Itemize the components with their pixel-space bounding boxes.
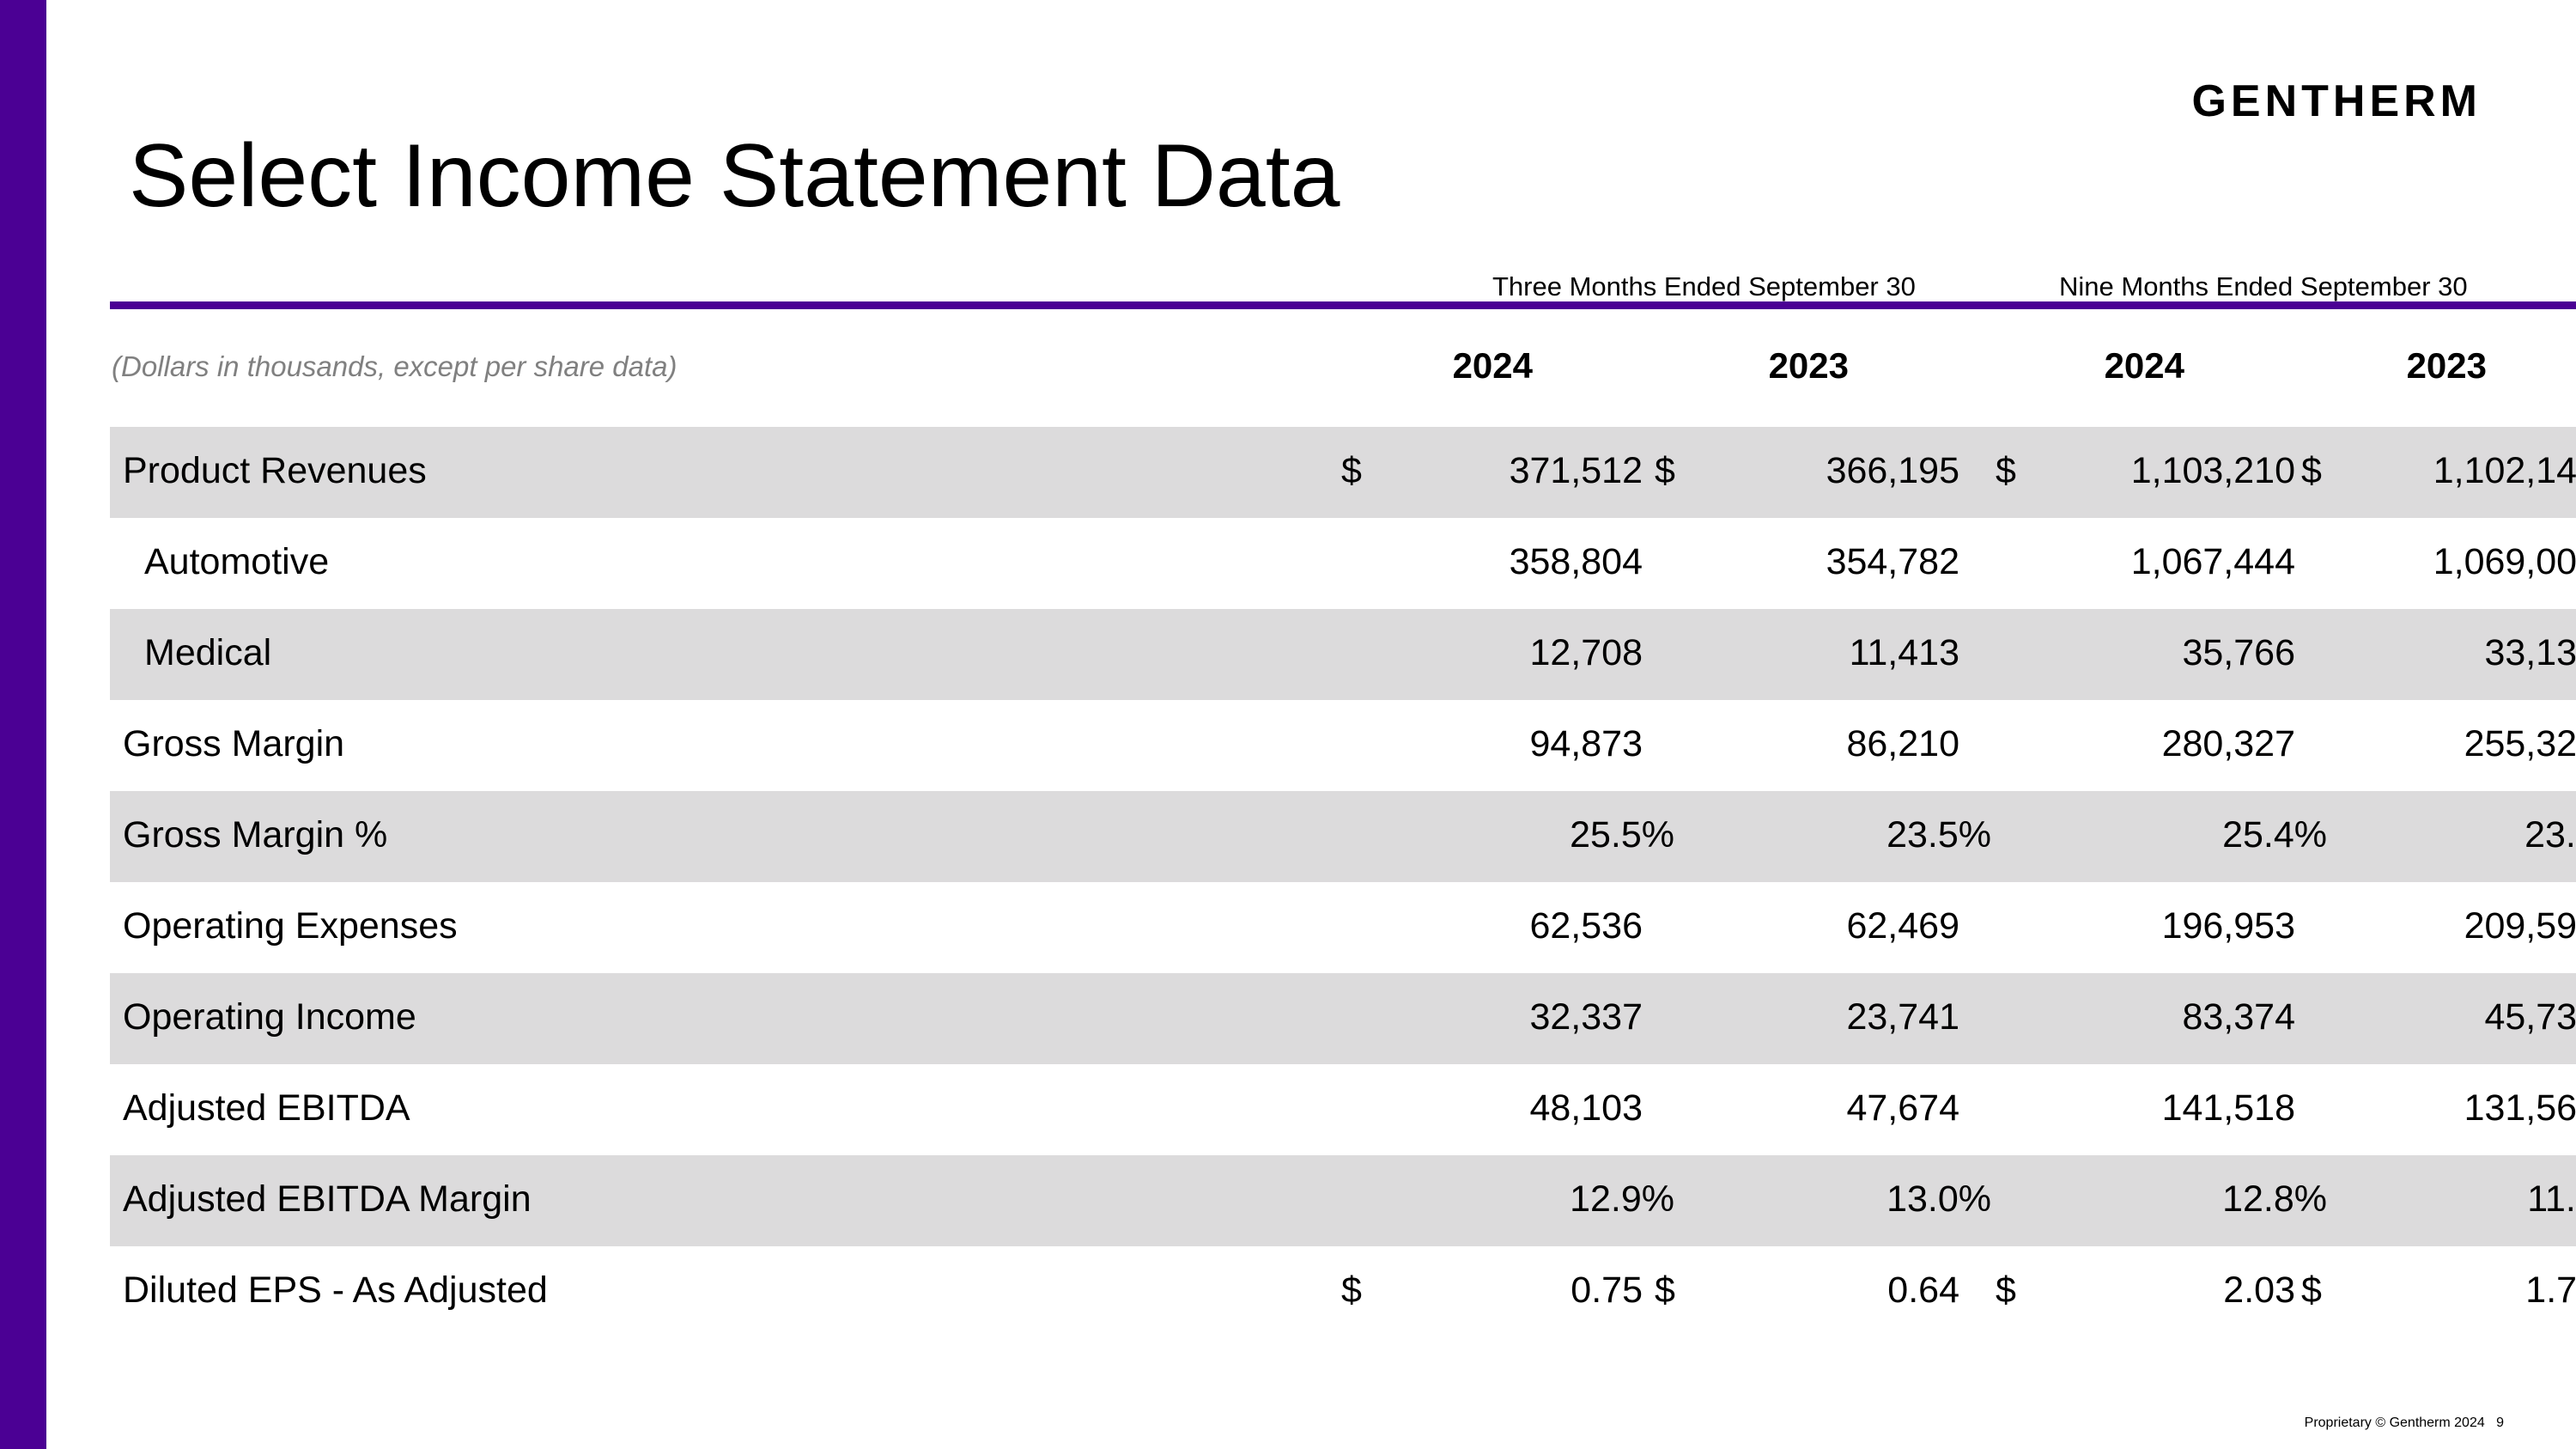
row-label: Medical [144,632,272,673]
cell-value: 366,195 [1826,450,1959,491]
cell-value: 131,562 [2464,1087,2576,1129]
cell-value: 1,067,444 [2130,541,2295,582]
cell-value: 1,103,210 [2130,450,2295,491]
cell-value: 23.2% [2524,814,2576,855]
cell-value: 12.8% [2222,1178,2327,1220]
table-row-gross-margin-percent: Gross Margin % 25.5% 23.5% 25.4% 23.2% [110,791,2576,882]
cell-value: 0.75 [1571,1269,1643,1311]
row-label: Adjusted EBITDA Margin [123,1178,532,1220]
income-statement-table: Product Revenues $ 371,512 $ 366,195 $ 1… [110,427,2576,1337]
period-header-three-months: Three Months Ended September 30 [1492,271,1916,301]
cell-value: 196,953 [2161,905,2295,947]
cell-value: 1,069,007 [2433,541,2576,582]
table-row-operating-income: Operating Income 32,337 23,741 83,374 45… [110,973,2576,1064]
cell-value: 0.64 [1887,1269,1959,1311]
cell-value: 32,337 [1529,996,1643,1038]
table-row-automotive: Automotive 358,804 354,782 1,067,444 1,0… [110,518,2576,609]
slide: GENTHERM Select Income Statement Data Th… [0,0,2576,1449]
cell-value: 45,736 [2484,996,2576,1038]
cell-value: 35,766 [2182,632,2295,673]
period-header-nine-months: Nine Months Ended September 30 [2059,271,2468,301]
table-row-medical: Medical 12,708 11,413 35,766 33,136 [110,609,2576,700]
cell-value: 62,536 [1529,905,1643,947]
currency-symbol: $ [1341,450,1362,491]
column-year-9m-2023: 2023 [2406,345,2487,386]
cell-value: 25.5% [1570,814,1674,855]
cell-value: 83,374 [2182,996,2295,1038]
page-title: Select Income Statement Data [129,126,1340,226]
row-label: Product Revenues [123,450,427,491]
cell-value: 12,708 [1529,632,1643,673]
cell-value: 354,782 [1826,541,1959,582]
cell-value: 12.9% [1570,1178,1674,1220]
cell-value: 209,592 [2464,905,2576,947]
cell-value: 48,103 [1529,1087,1643,1129]
table-row-adjusted-ebitda: Adjusted EBITDA 48,103 47,674 141,518 13… [110,1064,2576,1155]
cell-value: 280,327 [2161,723,2295,764]
cell-value: 2.03 [2223,1269,2295,1311]
cell-value: 25.4% [2222,814,2327,855]
table-row-diluted-eps: Diluted EPS - As Adjusted $ 0.75 $ 0.64 … [110,1246,2576,1337]
currency-symbol: $ [2301,450,2322,491]
cell-value: 94,873 [1529,723,1643,764]
cell-value: 11.9% [2527,1178,2576,1220]
currency-symbol: $ [1996,1269,2016,1311]
column-year-9m-2024: 2024 [2104,345,2184,386]
cell-value: 11,413 [1849,632,1959,673]
table-row-gross-margin: Gross Margin 94,873 86,210 280,327 255,3… [110,700,2576,791]
page-number: 9 [2496,1416,2504,1430]
currency-symbol: $ [1655,1269,1675,1311]
cell-value: 23,741 [1846,996,1959,1038]
cell-value: 33,136 [2484,632,2576,673]
row-label: Adjusted EBITDA [123,1087,410,1129]
gentherm-logo: GENTHERM [2191,76,2482,126]
row-label: Automotive [144,541,330,582]
currency-symbol: $ [1341,1269,1362,1311]
header-divider [110,301,2576,309]
units-note: (Dollars in thousands, except per share … [112,350,677,382]
table-row-product-revenues: Product Revenues $ 371,512 $ 366,195 $ 1… [110,427,2576,518]
cell-value: 23.5% [1886,814,1991,855]
table-row-adjusted-ebitda-margin: Adjusted EBITDA Margin 12.9% 13.0% 12.8%… [110,1155,2576,1246]
column-year-q3-2024: 2024 [1452,345,1533,386]
row-label: Gross Margin % [123,814,388,855]
currency-symbol: $ [1996,450,2016,491]
cell-value: 255,328 [2464,723,2576,764]
row-label: Diluted EPS - As Adjusted [123,1269,548,1311]
cell-value: 62,469 [1846,905,1959,947]
column-year-q3-2023: 2023 [1768,345,1849,386]
accent-side-bar [0,0,46,1449]
currency-symbol: $ [1655,450,1675,491]
cell-value: 86,210 [1846,723,1959,764]
footer: Proprietary © Gentherm 2024 9 [2305,1416,2504,1431]
row-label: Gross Margin [123,723,345,764]
footer-copyright: Proprietary © Gentherm 2024 [2304,1416,2485,1430]
cell-value: 371,512 [1509,450,1643,491]
currency-symbol: $ [2301,1269,2322,1311]
row-label: Operating Income [123,996,416,1038]
cell-value: 358,804 [1509,541,1643,582]
cell-value: 13.0% [1886,1178,1991,1220]
table-row-operating-expenses: Operating Expenses 62,536 62,469 196,953… [110,882,2576,973]
cell-value: 1.71 [2525,1269,2576,1311]
cell-value: 141,518 [2161,1087,2295,1129]
cell-value: 1,102,143 [2433,450,2576,491]
row-label: Operating Expenses [123,905,458,947]
cell-value: 47,674 [1846,1087,1959,1129]
